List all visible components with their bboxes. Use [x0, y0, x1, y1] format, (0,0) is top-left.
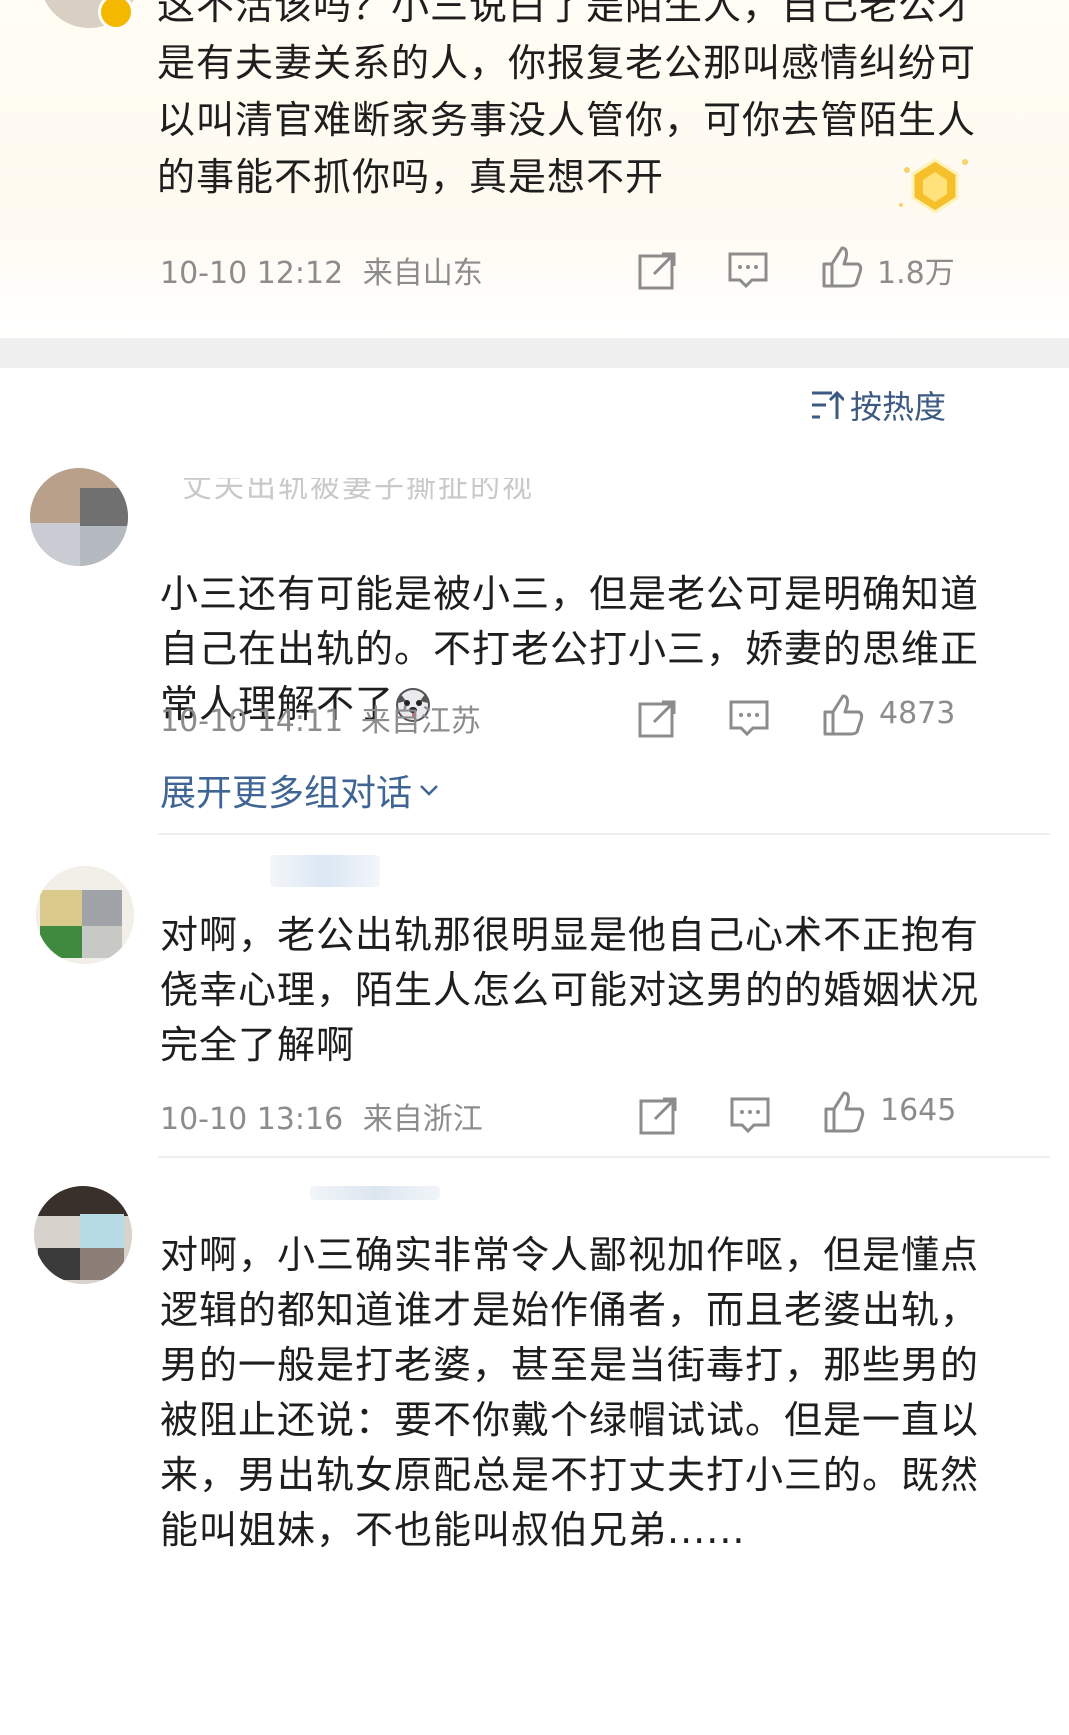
chevron-down-icon: [420, 785, 438, 796]
like-count: 1645: [880, 1093, 957, 1128]
section-divider: [0, 338, 1069, 368]
username-blurred: [310, 1186, 440, 1200]
comment-divider: [158, 1156, 1050, 1158]
like-icon[interactable]: [820, 244, 864, 288]
gold-badge-icon: [899, 158, 968, 214]
comment-meta: 10-10 14:11 来自江苏: [160, 696, 481, 740]
sort-icon: [812, 390, 844, 419]
sort-label: 按热度: [850, 388, 947, 426]
like-icon[interactable]: [821, 692, 865, 736]
comment-text: 对啊，老公出轨那很明显是他自己心术不正抱有 侥幸心理，陌生人怎么可能对这男的的婚…: [160, 913, 980, 1067]
avatar[interactable]: [30, 468, 128, 566]
like-icon[interactable]: [822, 1089, 866, 1133]
reply-hint: 丈夫出轨被妻子撕扯的视频: [182, 478, 534, 502]
expand-conversation-link[interactable]: 展开更多组对话: [160, 764, 440, 816]
expand-label: 展开更多组对话: [160, 773, 413, 814]
comment-meta: 10-10 12:12 来自山东: [160, 248, 483, 292]
like-count: 1.8万: [877, 256, 955, 291]
comment-meta: 10-10 13:16 来自浙江: [160, 1094, 483, 1138]
avatar[interactable]: [34, 1186, 132, 1284]
comment-time: 10-10 13:16: [160, 1102, 344, 1137]
username-blurred: [270, 855, 380, 887]
comment-location: 来自浙江: [362, 1102, 483, 1137]
comment-location: 来自江苏: [360, 704, 481, 739]
comment-icon[interactable]: [726, 248, 770, 292]
share-icon[interactable]: [636, 248, 680, 292]
share-icon[interactable]: [636, 696, 680, 740]
comment-time: 10-10 14:11: [160, 704, 344, 739]
avatar[interactable]: [36, 866, 134, 964]
comment-time: 10-10 12:12: [160, 256, 344, 291]
like-count: 4873: [879, 696, 956, 731]
sort-toggle[interactable]: 按热度: [810, 382, 946, 428]
comment-text: 对啊，小三确实非常令人鄙视加作呕，但是懂点 逻辑的都知道谁才是始作俑者，而且老婆…: [160, 1233, 980, 1552]
comment-location: 来自山东: [362, 256, 483, 291]
comment-text: 这不活该吗？小三说白了是陌生人，自己老公才 是有夫妻关系的人，你报复老公那叫感情…: [157, 0, 977, 199]
comment-divider: [158, 833, 1050, 835]
share-icon[interactable]: [637, 1093, 681, 1137]
comment-icon[interactable]: [727, 696, 771, 740]
comment-icon[interactable]: [728, 1093, 772, 1137]
